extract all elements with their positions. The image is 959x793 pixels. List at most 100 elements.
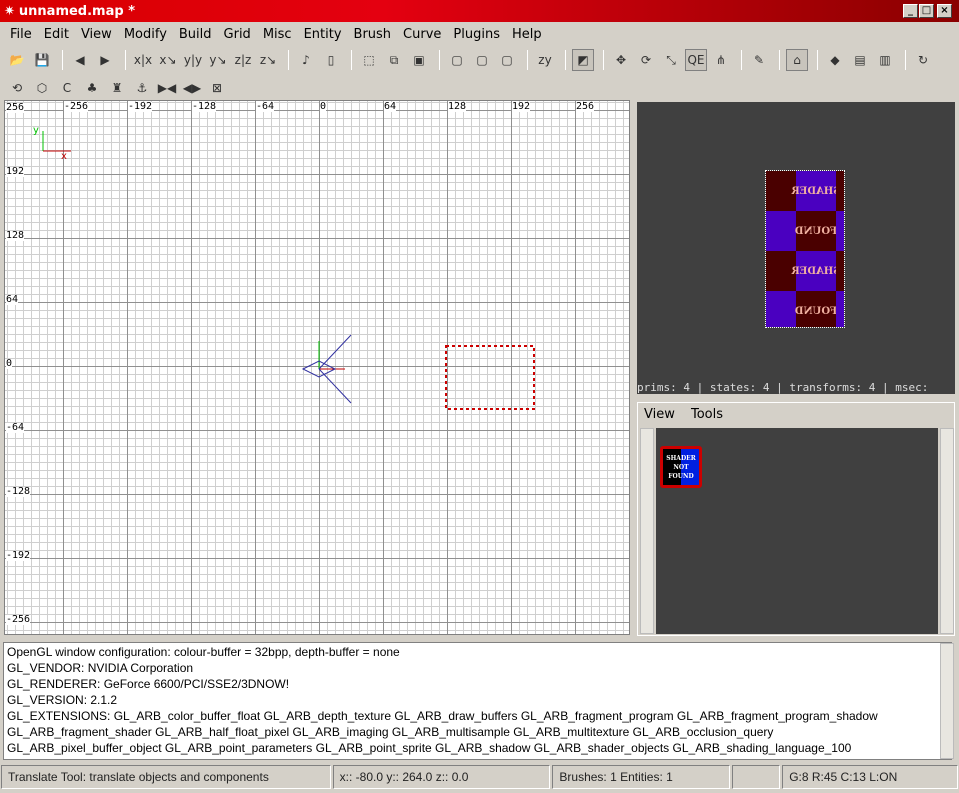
rotate-y-icon: y↘ — [209, 53, 227, 67]
menu-view[interactable]: View — [75, 27, 118, 42]
selected-brush[interactable] — [445, 345, 535, 410]
menu-brush[interactable]: Brush — [348, 27, 398, 42]
redo-button[interactable]: ▶ — [94, 49, 116, 71]
menu-grid[interactable]: Grid — [218, 27, 257, 42]
clipper-next-button[interactable]: ▢ — [471, 49, 493, 71]
main-toolbar: 📂 💾 ◀ ▶ x|x x↘ y|y y↘ z|z z↘ ♪ ▯ ⬚ ⧉ ▣ ▢ ▢ ▢ zy ◩ ✥ ⟳ ⤡ QE ⋔ ✎ ⌂ ◆ ▤… — [0, 46, 959, 74]
menu-misc[interactable]: Misc — [257, 27, 298, 42]
texture-thumbnail-shader-not-found[interactable]: SHADER NOT FOUND — [660, 446, 702, 488]
camera-view[interactable]: SHADER FOUND SHADER FOUND prims: 4 | sta… — [637, 102, 955, 394]
camera-button[interactable]: ⌂ — [786, 49, 808, 71]
texture-label: FOUND — [795, 291, 837, 327]
flip-x-button[interactable]: x|x — [132, 49, 154, 71]
flip-y-button[interactable]: y|y — [182, 49, 204, 71]
menu-curve[interactable]: Curve — [397, 27, 447, 42]
console-scrollbar[interactable] — [940, 643, 954, 759]
qe-button[interactable]: QE — [685, 49, 707, 71]
scale-icon: ⤡ — [666, 52, 676, 67]
rotate-z-button[interactable]: z↘ — [257, 49, 279, 71]
minimize-button[interactable]: _ — [903, 4, 918, 18]
texture-lock-button[interactable]: ◩ — [572, 49, 594, 71]
vertex-button[interactable]: ⋔ — [710, 49, 732, 71]
menu-edit[interactable]: Edit — [38, 27, 75, 42]
change-views-button[interactable]: zy — [534, 49, 556, 71]
make-hollow-button[interactable]: ▣ — [408, 49, 430, 71]
menu-build[interactable]: Build — [173, 27, 218, 42]
csg-subtract-button[interactable]: ⬚ — [358, 49, 380, 71]
menu-help[interactable]: Help — [506, 27, 548, 42]
texture-menu-view[interactable]: View — [644, 407, 675, 422]
brush-export-icon: ⊠ — [211, 81, 223, 95]
select-complete-tall-button[interactable]: ♪ — [295, 49, 317, 71]
brush-prefab-button[interactable]: ⬡ — [31, 77, 53, 99]
entity-button[interactable]: ◆ — [824, 49, 846, 71]
console-line: GL_VERSION: 2.1.2 — [7, 693, 118, 707]
flip-z-icon: z|z — [234, 53, 252, 67]
console-line: OpenGL window configuration: colour-buff… — [7, 645, 400, 659]
toolbar-separator — [351, 50, 352, 70]
plugin-toolbar: ⟲ ⬡ C ♣ ♜ ⚓ ▶◀ ◀▶ ⊠ — [0, 74, 300, 102]
refresh-models-button[interactable]: ⟲ — [6, 77, 28, 99]
qe-icon: QE — [687, 53, 705, 67]
xy-grid-view[interactable]: -256 -192 -128 -64 0 64 128 192 256 256 192 128 64 0-… — [4, 100, 630, 635]
menu-modify[interactable]: Modify — [118, 27, 173, 42]
toolbar-separator — [905, 50, 906, 70]
translate-button[interactable]: ✥ — [610, 49, 632, 71]
surface-inspector-icon: ▥ — [879, 53, 891, 67]
rotate-button[interactable]: ⟳ — [635, 49, 657, 71]
surface-inspector-button[interactable]: ▥ — [874, 49, 896, 71]
clipper-flip-button[interactable]: ▢ — [496, 49, 518, 71]
mirror-y-button[interactable]: ◀▶ — [181, 77, 203, 99]
console-line: GL_RENDERER: GeForce 6600/PCI/SSE2/3DNOW… — [7, 677, 290, 691]
save-button[interactable]: 💾 — [31, 49, 53, 71]
texture-scrollbar-left[interactable] — [640, 428, 654, 634]
close-button[interactable]: × — [937, 4, 952, 18]
textured-brush[interactable]: SHADER FOUND SHADER FOUND — [765, 170, 845, 328]
refresh-models-icon: ⟲ — [11, 81, 23, 95]
patch-button[interactable]: ✎ — [748, 49, 770, 71]
status-tool: Translate Tool: translate objects and co… — [1, 765, 331, 789]
status-empty — [732, 765, 781, 789]
train-button[interactable]: ♜ — [106, 77, 128, 99]
player-start-entity[interactable] — [301, 334, 352, 404]
toolbar-separator — [439, 50, 440, 70]
menu-bar: File Edit View Modify Build Grid Misc Entity Bru… — [0, 23, 959, 45]
axis-y-label: y — [33, 125, 39, 136]
make-hollow-icon: ▣ — [413, 53, 425, 67]
menu-entity[interactable]: Entity — [298, 27, 348, 42]
select-touching-button[interactable]: ▯ — [320, 49, 342, 71]
toolbar-separator — [527, 50, 528, 70]
trees-button[interactable]: ♣ — [81, 77, 103, 99]
rotate-x-button[interactable]: x↘ — [157, 49, 179, 71]
console-line: GL_ARB_fragment_shader GL_ARB_half_float… — [7, 725, 774, 739]
anchor-icon: ⚓ — [136, 81, 148, 95]
texture-browser: View Tools SHADER NOT FOUND — [637, 402, 955, 636]
mirror-x-button[interactable]: ▶◀ — [156, 77, 178, 99]
maximize-button[interactable]: □ — [919, 4, 934, 18]
clipper-button[interactable]: ▢ — [446, 49, 468, 71]
rotate-y-button[interactable]: y↘ — [207, 49, 229, 71]
texture-scrollbar-right[interactable] — [940, 428, 954, 634]
refresh-button[interactable]: ↻ — [912, 49, 934, 71]
csg-merge-button[interactable]: ⧉ — [383, 49, 405, 71]
change-views-icon: zy — [538, 53, 552, 67]
scale-button[interactable]: ⤡ — [660, 49, 682, 71]
undo-icon: ◀ — [75, 53, 85, 67]
toolbar-separator — [288, 50, 289, 70]
undo-button[interactable]: ◀ — [69, 49, 91, 71]
vertex-icon: ⋔ — [715, 53, 727, 67]
brush-export-button[interactable]: ⊠ — [206, 77, 228, 99]
grid-overlay: y x — [33, 125, 535, 410]
texture-menu-tools[interactable]: Tools — [691, 407, 723, 422]
flip-z-button[interactable]: z|z — [232, 49, 254, 71]
anchor-button[interactable]: ⚓ — [131, 77, 153, 99]
texture-browser-button[interactable]: ▤ — [849, 49, 871, 71]
axis-x-label: x — [61, 151, 67, 162]
menu-plugins[interactable]: Plugins — [447, 27, 506, 42]
shader-button[interactable]: C — [56, 77, 78, 99]
rotate-z-icon: z↘ — [259, 53, 277, 67]
open-button[interactable]: 📂 — [6, 49, 28, 71]
status-counts: Brushes: 1 Entities: 1 — [552, 765, 731, 789]
menu-file[interactable]: File — [4, 27, 38, 42]
toolbar-separator — [62, 50, 63, 70]
